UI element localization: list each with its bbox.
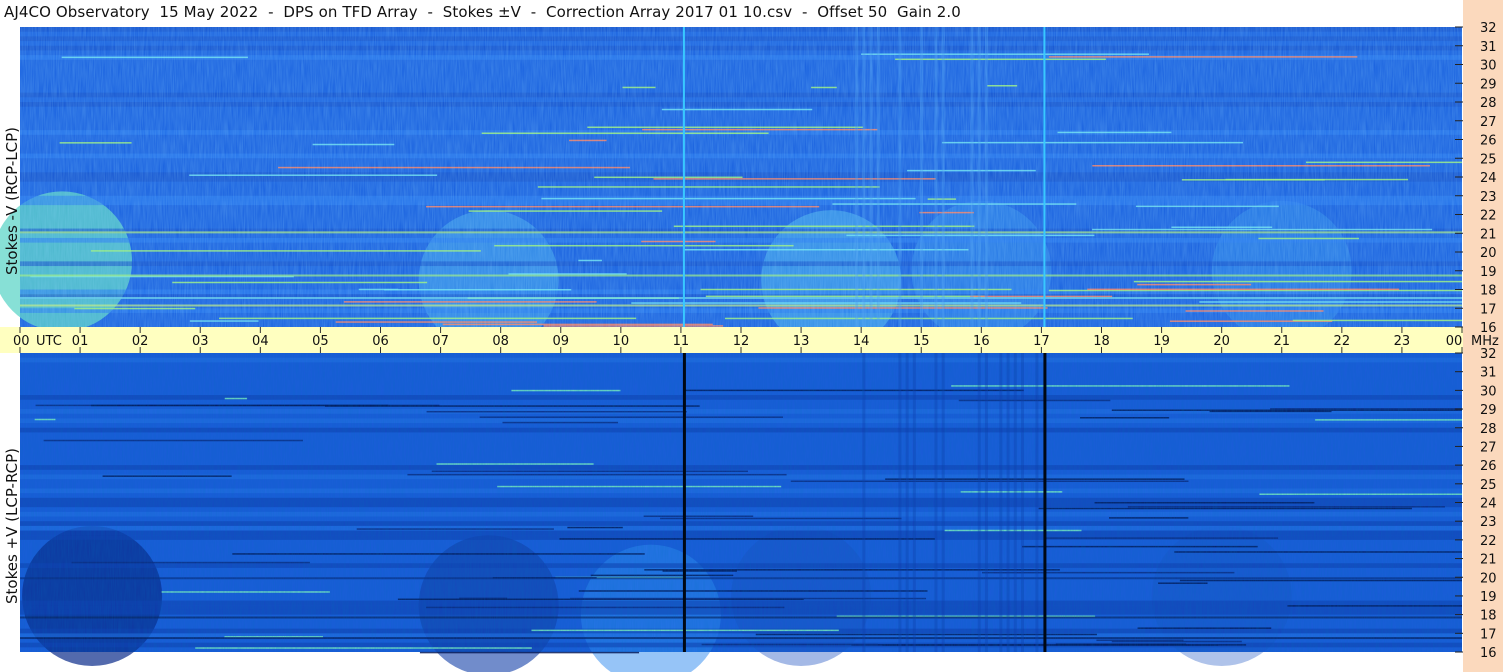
y-tick-label: 28: [1480, 96, 1497, 111]
y-tick-label: 20: [1480, 571, 1497, 586]
y-tick-label: 25: [1480, 478, 1497, 493]
y-tick-label: 28: [1480, 422, 1497, 437]
x-tick-label: 12: [733, 334, 750, 349]
y-tick-label: 23: [1480, 515, 1497, 530]
x-tick-label: 20: [1213, 334, 1230, 349]
y-tick-label: 17: [1480, 627, 1497, 642]
x-tick-label: 07: [432, 334, 449, 349]
x-tick-label: 05: [312, 334, 329, 349]
x-tick-label: 21: [1273, 334, 1290, 349]
texture: [20, 27, 1462, 327]
x-tick-label: 02: [132, 334, 149, 349]
y-tick-label: 24: [1480, 171, 1497, 186]
time-marker-line: [1043, 27, 1046, 327]
x-tick-label: 15: [913, 334, 930, 349]
y-tick-label: 30: [1480, 384, 1497, 399]
y-tick-label: 20: [1480, 246, 1497, 261]
y-tick-label: 29: [1480, 77, 1497, 92]
y-tick-label: 31: [1480, 366, 1497, 381]
x-tick-label: 03: [192, 334, 209, 349]
y-tick-label: 21: [1480, 227, 1497, 242]
top-ylabel: Stokes -V (RCP-LCP): [3, 127, 21, 275]
y-tick-label: 22: [1480, 534, 1497, 549]
spectrogram-plot: 00 01 02 03 04 05 06 07 08 09 10 11 12 13 14 15 16 17 18 19…: [0, 21, 1499, 672]
utc-label: UTC: [36, 334, 62, 349]
y-tick-label: 26: [1480, 459, 1497, 474]
time-axis: 00 01 02 03 04 05 06 07 08 09 10 11 12 13 14 15 16 17 18 19…: [0, 327, 1499, 353]
y-tick-label: 27: [1480, 440, 1497, 455]
bottom-panel: [20, 353, 1462, 672]
x-tick-label: 19: [1153, 334, 1170, 349]
y-tick-label: 23: [1480, 190, 1497, 205]
x-tick-label: 13: [793, 334, 810, 349]
top-panel: [0, 27, 1462, 351]
x-tick-label: 06: [372, 334, 389, 349]
y-tick-label: 18: [1480, 284, 1497, 299]
time-marker-line: [1043, 353, 1047, 652]
x-tick-label: 00: [1446, 334, 1463, 349]
rfi-streak: [419, 651, 640, 654]
x-tick-label: 01: [72, 334, 89, 349]
y-tick-label: 29: [1480, 403, 1497, 418]
y-tick-label: 30: [1480, 59, 1497, 74]
y-tick-label: 31: [1480, 40, 1497, 55]
time-marker-line: [682, 353, 686, 652]
time-marker-line: [682, 27, 685, 327]
y-tick-label: 26: [1480, 134, 1497, 149]
x-tick-label: 08: [492, 334, 509, 349]
x-tick-label: 09: [552, 334, 569, 349]
y-tick-label: 32: [1480, 21, 1497, 36]
x-tick-label: 17: [1033, 334, 1050, 349]
plot-title: AJ4CO Observatory 15 May 2022 - DPS on T…: [4, 3, 961, 21]
y-tick-label: 25: [1480, 152, 1497, 167]
y-tick-label: 32: [1480, 347, 1497, 362]
x-tick-label: 04: [252, 334, 269, 349]
y-tick-label: 19: [1480, 265, 1497, 280]
x-tick-label: 16: [973, 334, 990, 349]
x-tick-label: 14: [853, 334, 870, 349]
texture: [20, 353, 1462, 652]
y-tick-label: 16: [1480, 321, 1497, 336]
y-tick-label: 27: [1480, 115, 1497, 130]
y-tick-label: 22: [1480, 209, 1497, 224]
y-tick-label: 18: [1480, 609, 1497, 624]
y-tick-label: 21: [1480, 553, 1497, 568]
x-tick-label: 18: [1093, 334, 1110, 349]
bottom-ylabel: Stokes +V (LCP-RCP): [3, 448, 21, 604]
x-tick-label: 00: [13, 334, 30, 349]
y-tick-label: 17: [1480, 302, 1497, 317]
x-tick-label: 22: [1334, 334, 1351, 349]
x-tick-label: 10: [613, 334, 630, 349]
y-tick-label: 24: [1480, 497, 1497, 512]
x-tick-label: 11: [673, 334, 690, 349]
x-tick-label: 23: [1394, 334, 1411, 349]
axis-band-background: [0, 327, 1463, 353]
y-tick-label: 16: [1480, 646, 1497, 661]
y-tick-label: 19: [1480, 590, 1497, 605]
